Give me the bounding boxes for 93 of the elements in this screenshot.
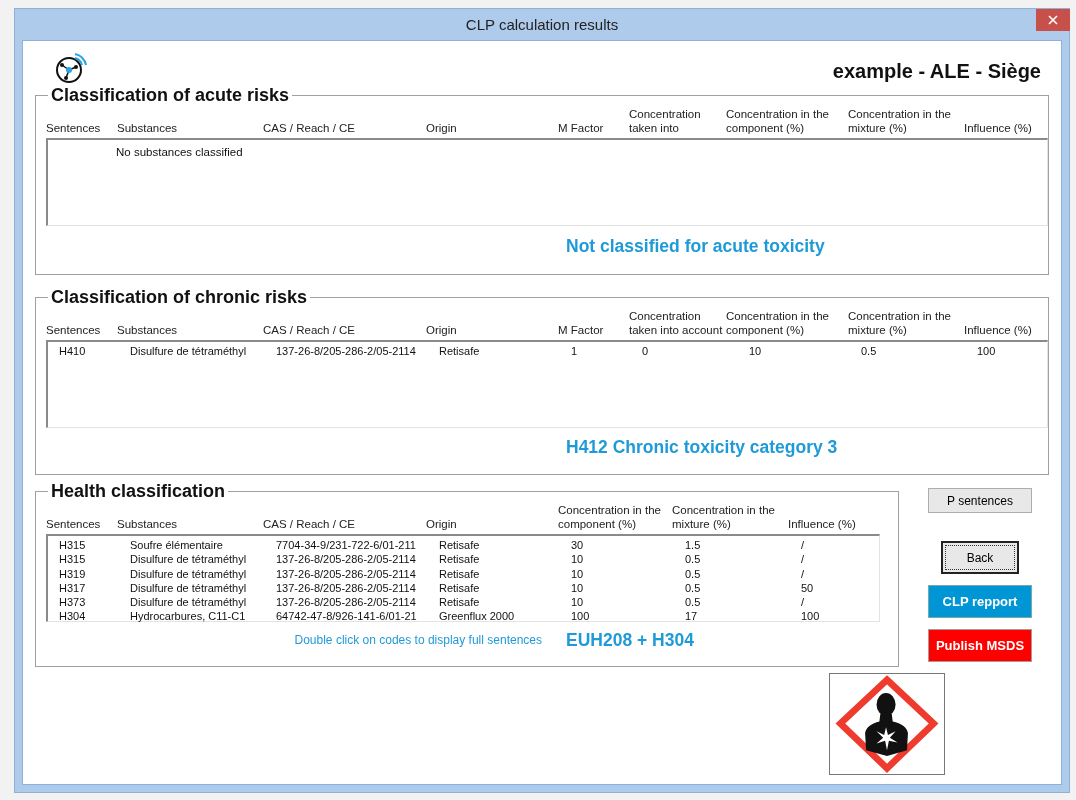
table-cell-text: Retisafe xyxy=(439,566,481,581)
table-cell-text: H317 xyxy=(59,580,87,596)
section-title: Health classification xyxy=(50,481,227,502)
column-header: CAS / Reach / CE xyxy=(263,517,357,532)
table-cell-text: / xyxy=(801,595,806,610)
column-header: Concentration in the mixture (%) xyxy=(672,503,776,532)
table-cell-text: 137-26-8/205-286-2/05-2114 xyxy=(276,580,417,596)
table-cell-text: 7704-34-9/231-722-6/01-211 xyxy=(276,538,417,553)
table-cell-text: Retisafe xyxy=(439,552,481,567)
table-cell-text: 0.5 xyxy=(685,552,702,567)
table-cell-text: 64742-47-8/926-141-6/01-21 xyxy=(276,609,418,624)
table-cell-text: 0.5 xyxy=(685,580,702,596)
table-cell-text: H319 xyxy=(59,566,87,581)
table-cell-text: Disulfure de tétraméthyl xyxy=(130,344,248,359)
table-cell-text: / xyxy=(801,552,806,567)
logo-icon xyxy=(53,51,89,85)
table-cell-text: 0.5 xyxy=(685,595,702,610)
table-cell-text: Retisafe xyxy=(439,580,481,596)
table-cell-text: Retisafe xyxy=(439,538,481,553)
column-header: Origin xyxy=(426,121,458,136)
table-cell-text: 0.5 xyxy=(685,566,702,581)
action-button[interactable]: Publish MSDS xyxy=(928,629,1032,662)
column-header: Concentration in the component (%) xyxy=(726,107,830,136)
table-cell-text: H315 xyxy=(59,538,87,553)
table-cell-text: 137-26-8/205-286-2/05-2114 xyxy=(276,595,417,610)
close-button[interactable] xyxy=(1036,9,1070,31)
result-text: EUH208 + H304 xyxy=(566,629,695,651)
column-header: Influence (%) xyxy=(964,121,1033,136)
table-cell-text: H410 xyxy=(59,344,87,359)
column-header: Concentration in the component (%) xyxy=(558,503,662,532)
hint-text: Double click on codes to display full sentences xyxy=(294,633,542,647)
column-header: Influence (%) xyxy=(788,517,857,532)
table-cell-text: 0 xyxy=(642,344,650,359)
table-cell-text: 137-26-8/205-286-2/05-2114 xyxy=(276,552,417,567)
table-cell-text: 10 xyxy=(748,344,763,359)
action-button[interactable]: Back xyxy=(941,541,1019,574)
table-cell-text: H304 xyxy=(59,609,87,624)
company-title: example - ALE - Siège xyxy=(832,60,1041,83)
column-header: Substances xyxy=(117,517,179,532)
column-header: Concentration taken into xyxy=(629,107,702,136)
action-button[interactable]: P sentences xyxy=(928,488,1032,513)
table-cell-text: H315 xyxy=(59,552,87,567)
column-header: M Factor xyxy=(558,121,605,136)
close-icon xyxy=(1048,15,1058,25)
table-cell-text: 50 xyxy=(801,580,815,596)
table-cell-text: 0.5 xyxy=(861,344,878,359)
table-cell-text: Disulfure de tétraméthyl xyxy=(130,552,248,567)
column-header: CAS / Reach / CE xyxy=(263,121,357,136)
column-header: Sentences xyxy=(46,517,102,532)
table-cell-text: / xyxy=(801,566,806,581)
section-title: Classification of acute risks xyxy=(50,85,291,106)
table-cell-text: 137-26-8/205-286-2/05-2114 xyxy=(276,566,417,581)
column-header: CAS / Reach / CE xyxy=(263,323,357,338)
column-header: Substances xyxy=(117,121,179,136)
table-cell-text: 100 xyxy=(977,344,997,359)
table-cell-text: 10 xyxy=(571,580,585,596)
window-title: CLP calculation results xyxy=(465,16,619,33)
table-cell-text: Retisafe xyxy=(439,595,481,610)
column-header: Influence (%) xyxy=(964,323,1033,338)
column-header: Origin xyxy=(426,517,458,532)
table-cell-text: Hydrocarbures, C11-C1 xyxy=(130,609,247,624)
column-header: M Factor xyxy=(558,323,605,338)
table-cell-text: 137-26-8/205-286-2/05-2114 xyxy=(276,344,417,359)
column-header: Origin xyxy=(426,323,458,338)
table-cell-text: 1 xyxy=(571,344,579,359)
section-title: Classification of chronic risks xyxy=(50,287,309,308)
table-cell-text: H373 xyxy=(59,595,87,610)
table-cell-text: 100 xyxy=(801,609,821,624)
table-cell-text: 1.5 xyxy=(685,538,702,553)
table-cell-text: Greenflux 2000 xyxy=(439,609,516,624)
column-header: Substances xyxy=(117,323,179,338)
table-cell-text: Retisafe xyxy=(439,344,481,359)
table-cell-text: Soufre élémentaire xyxy=(130,538,224,553)
column-header: Concentration in the mixture (%) xyxy=(848,309,952,338)
empty-message: No substances classified xyxy=(116,146,243,158)
column-header: Concentration in the mixture (%) xyxy=(848,107,952,136)
column-header: Concentration taken into account xyxy=(629,309,724,338)
table-cell-text: / xyxy=(801,538,806,553)
table-cell-text: 10 xyxy=(571,595,585,610)
table-cell-text: 30 xyxy=(571,538,585,553)
result-text: Not classified for acute toxicity xyxy=(566,235,826,257)
table-cell-text: Disulfure de tétraméthyl xyxy=(130,595,248,610)
table-cell-text: Disulfure de tétraméthyl xyxy=(130,566,248,581)
table-cell-text: Disulfure de tétraméthyl xyxy=(130,580,248,596)
result-text: H412 Chronic toxicity category 3 xyxy=(566,436,839,458)
table-cell-text: 17 xyxy=(685,609,699,624)
column-header: Concentration in the component (%) xyxy=(726,309,830,338)
health-hazard-icon xyxy=(829,673,945,775)
table-cell-text: 10 xyxy=(571,552,585,567)
column-header: Sentences xyxy=(46,323,102,338)
table-cell-text: 100 xyxy=(571,609,591,624)
column-header: Sentences xyxy=(46,121,102,136)
table-cell-text: 10 xyxy=(571,566,585,581)
